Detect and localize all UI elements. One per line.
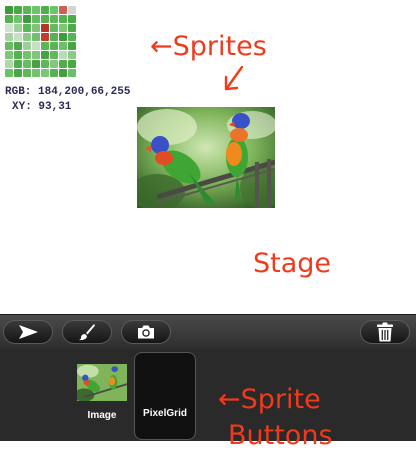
pixel-cell [14,24,22,32]
sprites-annotation: ←Sprites [150,31,267,62]
pixel-cell [41,60,49,68]
pixel-cell [41,6,49,14]
select-tool-button[interactable] [3,320,53,344]
pixel-cell [23,6,31,14]
pixel-cell [14,60,22,68]
pixel-cell [68,33,76,41]
pixel-cell [32,42,40,50]
camera-tool-button[interactable] [121,320,171,344]
pixel-cell [68,42,76,50]
pixel-cell [59,60,67,68]
toolbar [0,314,416,349]
pixel-cell [5,42,13,50]
pixel-cell [59,69,67,77]
pixel-cell [41,69,49,77]
delete-button[interactable] [360,320,410,344]
pixelgrid-button-label: PixelGrid [143,408,187,419]
pixel-cell [14,42,22,50]
pixel-cell [50,24,58,32]
pixel-cell [5,6,13,14]
pixel-cell [41,24,49,32]
pixel-cell [50,69,58,77]
pixel-cell [32,33,40,41]
trash-icon [377,322,393,342]
sprite-tray: Image PixelGrid ←Sprite Buttons [0,349,416,449]
pixel-cell [32,24,40,32]
pixel-cell [32,60,40,68]
pixel-cell [14,51,22,59]
pixel-cell [59,24,67,32]
rgb-readout: RGB: 184,200,66,255 [5,86,131,98]
pixel-cell [23,60,31,68]
pixel-cell [14,6,22,14]
stage[interactable]: RGB: 184,200,66,255 XY: 93,31 ←Sprites S… [0,0,416,314]
pixel-cell [23,42,31,50]
pixel-cell [50,51,58,59]
pixel-cell [32,15,40,23]
pixel-cell [68,60,76,68]
pixel-cell [23,24,31,32]
pixel-cell [5,15,13,23]
pixel-cell [41,15,49,23]
pixel-cell [68,24,76,32]
pixel-cell [41,51,49,59]
pixel-cell [59,6,67,14]
pixel-cell [41,33,49,41]
pixel-cell [68,15,76,23]
pixel-cell [41,42,49,50]
pixel-cell [23,69,31,77]
pixel-cell [5,51,13,59]
pixel-cell [23,51,31,59]
pixel-cell [59,33,67,41]
pixel-cell [59,42,67,50]
image-button-label: Image [87,410,117,421]
pixel-grid-sprite[interactable] [5,6,77,78]
pixel-cell [50,60,58,68]
pixel-cell [59,51,67,59]
annotation-arrow-icon [224,65,244,91]
pixel-cell [14,33,22,41]
pixel-cell [14,15,22,23]
pixel-cell [68,69,76,77]
image-sprite[interactable] [137,107,275,208]
image-thumbnail [77,364,127,401]
pixel-cell [32,51,40,59]
xy-readout: XY: 93,31 [12,101,72,113]
pixel-cell [14,69,22,77]
pixel-cell [50,6,58,14]
pixel-cell [59,15,67,23]
pixelgrid-sprite-button[interactable]: PixelGrid [134,352,196,440]
pixel-cell [50,42,58,50]
image-sprite-button[interactable]: Image [71,352,133,440]
pixel-cell [32,6,40,14]
sprite-buttons-annotation-line1: ←Sprite [218,384,321,415]
pixel-cell [5,24,13,32]
arrow-pointer-icon [19,325,38,339]
paintbrush-icon [79,324,95,341]
pixel-cell [5,60,13,68]
pixel-cell [5,33,13,41]
pixel-cell [68,6,76,14]
pixel-cell [50,33,58,41]
pixel-cell [68,51,76,59]
sprite-buttons-annotation-line2: Buttons [228,420,333,451]
camera-icon [138,325,154,339]
pixel-cell [5,69,13,77]
pixel-cell [23,33,31,41]
pixel-cell [32,69,40,77]
stage-annotation: Stage [253,248,332,279]
paint-tool-button[interactable] [62,320,112,344]
pixel-cell [50,15,58,23]
pixel-cell [23,15,31,23]
